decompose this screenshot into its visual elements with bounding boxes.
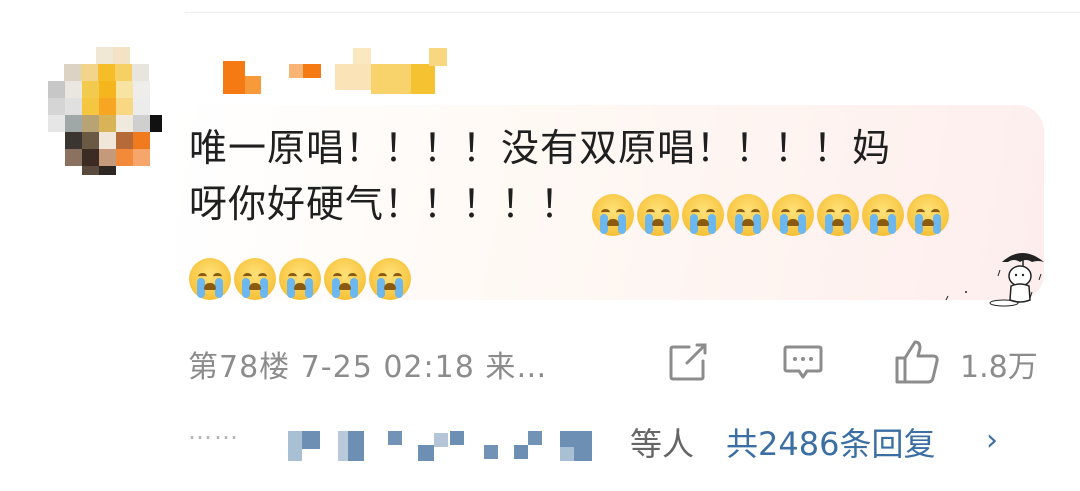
replier-names — [288, 431, 593, 465]
crying-emoji-icon — [592, 193, 635, 236]
crying-emoji-icon — [817, 193, 860, 236]
comment-meta: 第78楼 7-25 02:18 来… — [188, 350, 548, 385]
crying-emoji-icon — [369, 257, 411, 300]
replies-suffix: 等人 — [630, 425, 695, 463]
crying-emoji-icon — [234, 257, 276, 300]
crying-emoji-icon — [324, 257, 366, 300]
comment-icon[interactable] — [782, 341, 824, 383]
username[interactable] — [223, 46, 453, 96]
chevron-right-icon[interactable]: › — [986, 423, 998, 458]
person-under-umbrella-sticker-icon — [945, 253, 1044, 307]
share-icon[interactable] — [667, 341, 709, 383]
top-divider — [185, 12, 1080, 13]
crying-emoji-icon — [907, 193, 950, 236]
crying-emoji-icon — [189, 257, 231, 300]
thumbs-up-icon[interactable] — [893, 338, 941, 386]
comment-line-2: 呀你好硬气！！！！！ — [189, 182, 580, 226]
crying-emoji-icon — [772, 193, 815, 236]
crying-emoji-icon — [682, 193, 725, 236]
avatar[interactable] — [48, 47, 162, 175]
crying-emoji-icon — [727, 193, 770, 236]
emoji-group-1 — [592, 184, 952, 240]
ellipsis: …… — [188, 417, 240, 445]
replies-summary[interactable]: …… 等人 共2486条回复 › — [188, 417, 1080, 467]
crying-emoji-icon — [637, 193, 680, 236]
crying-emoji-icon — [862, 193, 905, 236]
view-replies-link[interactable]: 共2486条回复 — [726, 419, 935, 465]
comment-text: 唯一原唱！！！！没有双原唱！！！！妈 呀你好硬气！！！！！ — [189, 120, 1019, 304]
comment-line-1: 唯一原唱！！！！没有双原唱！！！！妈 — [189, 126, 892, 170]
like-count: 1.8万 — [960, 350, 1038, 385]
crying-emoji-icon — [279, 257, 321, 300]
emoji-group-2 — [189, 248, 414, 304]
